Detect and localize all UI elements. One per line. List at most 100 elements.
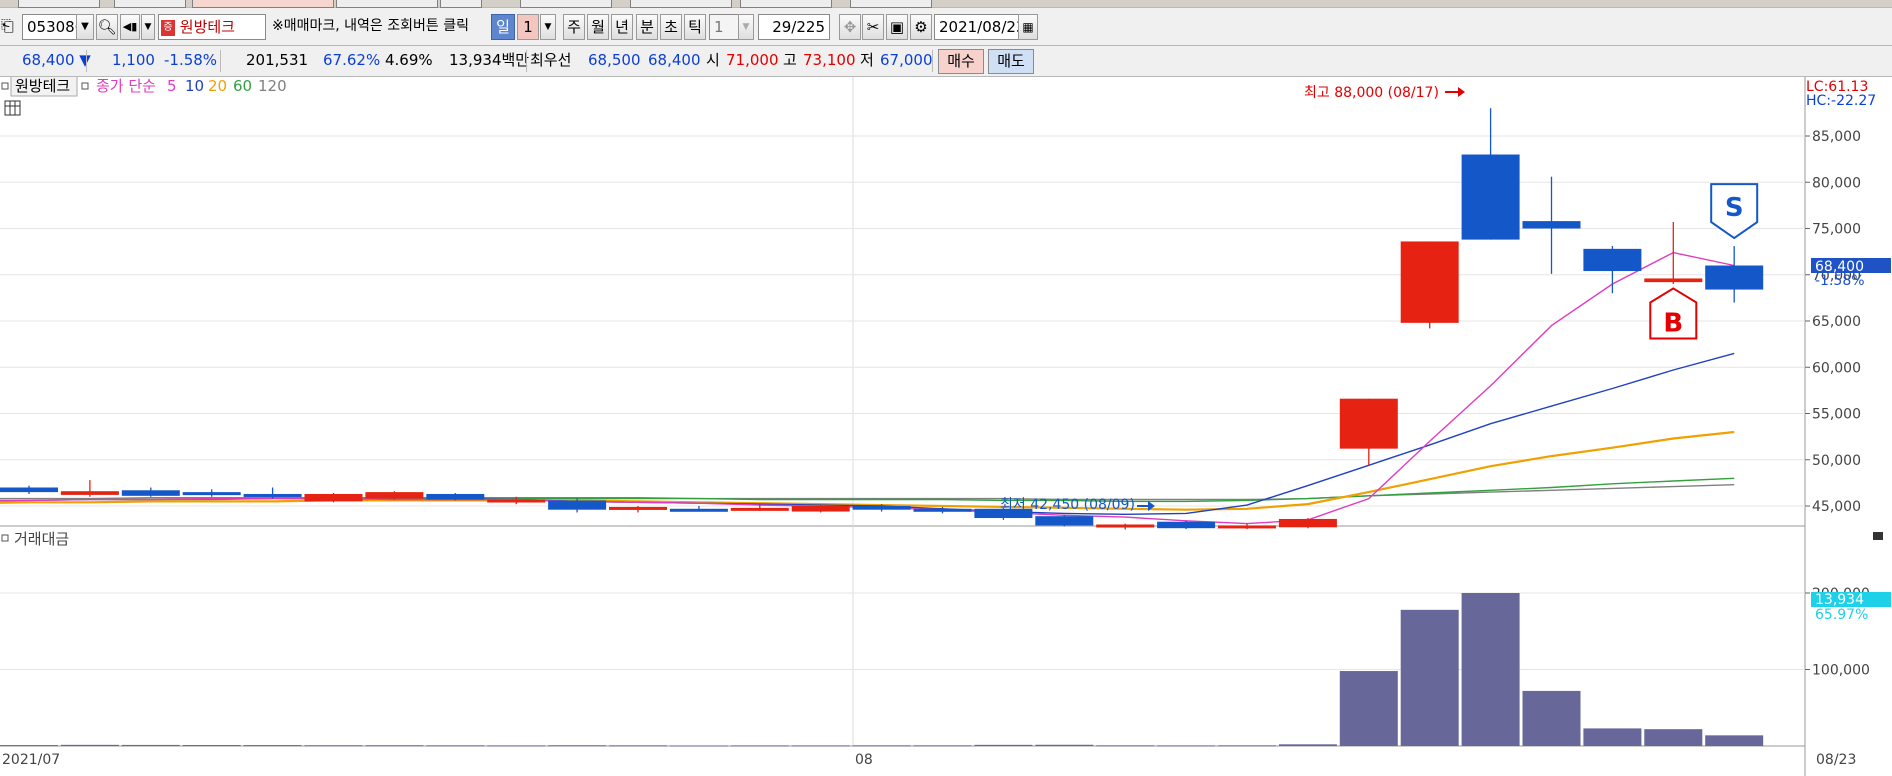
chevron-down-icon[interactable]: ▼ [738,14,754,40]
period-year-button[interactable]: 년 [611,14,633,40]
trade-amount: 13,934백만 [449,51,530,69]
volume-bar[interactable] [548,745,607,747]
candle-body[interactable] [791,506,850,512]
volume-bar[interactable] [487,745,546,747]
candle-body[interactable] [609,506,667,510]
period-month-button[interactable]: 월 [587,14,609,40]
candle-body[interactable] [1644,278,1703,283]
candle-body[interactable] [243,493,302,497]
chevron-down-icon[interactable]: ▼ [540,14,556,40]
candle-body[interactable] [1096,524,1155,528]
legend-toggle-icon[interactable] [81,82,89,90]
candle-body[interactable] [304,493,363,502]
volume-bar[interactable] [669,745,728,747]
stock-name-field[interactable]: 증 원방테크 [158,14,266,40]
candle-body[interactable] [1705,265,1764,290]
volume-bar[interactable] [1157,745,1216,747]
candle-body[interactable] [852,506,911,510]
period-minute-button[interactable]: 분 [636,14,658,40]
candle-body[interactable] [1583,248,1642,272]
candle-body[interactable] [548,500,607,510]
volume-bar[interactable] [609,745,667,747]
candle-body[interactable] [1278,518,1337,528]
volume-bar[interactable] [791,745,850,747]
volume-bar[interactable] [426,745,485,747]
volume-bar[interactable] [852,745,911,747]
candle-body[interactable] [121,490,180,496]
save-icon[interactable]: ▣ [886,14,908,40]
volume-bar[interactable] [1339,671,1398,746]
clipped-tab[interactable] [850,0,932,8]
clipped-tab[interactable] [740,0,832,8]
pane-maximize-icon[interactable] [1873,532,1883,540]
volume-bar[interactable] [243,745,302,747]
date-input[interactable]: 2021/08/23 [934,14,1025,40]
candle-body[interactable] [365,492,424,499]
volume-bar[interactable] [1583,728,1642,746]
candle-body[interactable] [487,499,546,503]
volume-bar[interactable] [365,745,424,747]
price-chart[interactable]: 85,00080,00075,00070,00065,00060,00055,0… [0,77,1892,776]
clipped-tab[interactable] [630,0,732,8]
volume-bar[interactable] [1522,690,1581,746]
chart-toolbar: ⎗ 053080 ▼ 🔍︎ ◀▮ ▼ 증 원방테크 ※매매마크, 내역은 조회버… [0,8,1892,46]
candle-body[interactable] [669,508,728,512]
volume-bar[interactable] [913,745,972,747]
period-second-button[interactable]: 초 [660,14,682,40]
calendar-icon[interactable]: ▦ [1018,14,1038,40]
volume-bar[interactable] [974,744,1033,746]
period-day-button[interactable]: 일 [491,14,515,40]
candle-body[interactable] [0,487,58,493]
code-dropdown-icon[interactable]: ▼ [76,14,94,40]
volume-bar[interactable] [1218,745,1276,747]
period-count-select[interactable]: 1 [517,14,539,40]
volume-bar[interactable] [121,744,180,746]
volume-bar[interactable] [1400,609,1459,746]
buy-button[interactable]: 매수 [938,49,984,74]
volume-bar[interactable] [1035,744,1094,746]
candle-body[interactable] [1400,241,1459,323]
volume-bar[interactable] [60,744,119,746]
volume-bar[interactable] [1644,729,1703,746]
candle-body[interactable] [730,507,789,511]
link-icon[interactable]: ⎗ [1,15,19,37]
table-icon[interactable] [4,100,21,116]
volume-bar[interactable] [1705,735,1764,746]
candle-body[interactable] [1035,516,1094,526]
volume-bar[interactable] [1096,745,1155,747]
volume-bar[interactable] [730,745,789,747]
gear-icon[interactable]: ⚙ [910,14,932,40]
candle-body[interactable] [1157,521,1216,529]
candle-body[interactable] [426,493,485,500]
sell-button[interactable]: 매도 [988,49,1034,74]
prev-icon[interactable]: ◀▮ [120,14,140,40]
clipped-tab[interactable] [336,0,438,8]
buy-marker-icon[interactable]: B [1649,287,1698,340]
clipped-tab[interactable] [520,0,612,8]
period-week-button[interactable]: 주 [563,14,585,40]
candle-body[interactable] [1218,525,1276,529]
period-tick-button[interactable]: 틱 [684,14,706,40]
legend-toggle-icon[interactable] [1,534,9,542]
sell-marker-icon[interactable]: S [1710,183,1759,240]
crosshair-icon[interactable]: ✥ [839,14,861,40]
clipped-tab[interactable] [440,0,482,8]
scissors-icon[interactable]: ✂ [862,14,884,40]
volume-bar[interactable] [1461,593,1520,746]
candle-body[interactable] [182,492,241,496]
legend-ma120: 120 [258,77,287,95]
candle-body[interactable] [1339,398,1398,449]
legend-toggle-icon[interactable] [1,82,9,90]
chevron-down-icon[interactable]: ▼ [141,14,155,40]
volume-bar[interactable] [304,745,363,747]
volume-bar[interactable] [1278,744,1337,746]
candle-body[interactable] [1522,221,1581,229]
clipped-tab[interactable] [192,0,334,8]
volume-bar[interactable] [0,745,58,747]
volume-bar[interactable] [182,745,241,747]
candle-body[interactable] [60,491,119,495]
display-range-input[interactable]: 29/225 [758,14,830,40]
search-icon[interactable]: 🔍︎ [96,14,118,40]
candle-body[interactable] [913,508,972,512]
candle-body[interactable] [1461,154,1520,240]
